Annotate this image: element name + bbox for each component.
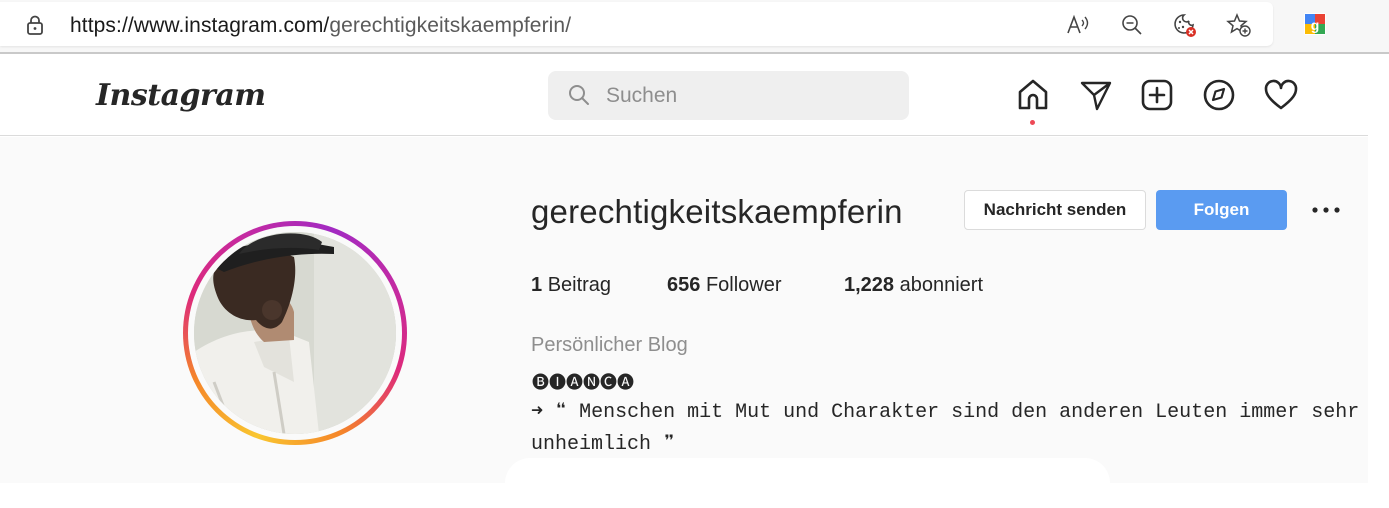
search-icon [569,85,589,105]
new-post-icon[interactable] [1140,78,1174,112]
url-text[interactable]: https://www.instagram.com/gerechtigkeits… [70,14,571,38]
svg-text:g: g [1311,17,1320,33]
profile-username: gerechtigkeitskaempferin [531,193,903,230]
notification-dot [1030,120,1035,125]
follow-button[interactable]: Folgen [1156,190,1287,230]
following-count-value: 1,228 [844,274,895,296]
instagram-header: Instagram [0,56,1368,136]
followers-count-value: 656 [667,274,701,296]
profile-bio: ➜ ❝ Menschen mit Mut und Charakter sind … [531,397,1361,461]
zoom-out-icon[interactable] [1119,12,1145,38]
explore-icon[interactable] [1202,78,1236,112]
profile-section: gerechtigkeitskaempferin Nachricht sende… [0,137,1368,483]
browser-toolbar: https://www.instagram.com/gerechtigkeits… [0,0,1389,54]
home-icon[interactable] [1016,78,1050,112]
more-options-icon[interactable] [1308,195,1344,225]
activity-heart-icon[interactable] [1264,78,1298,112]
avatar-photo [194,232,396,434]
search-input[interactable] [606,71,896,120]
following-count[interactable]: 1,228 abonniert [844,274,983,297]
favorite-add-icon[interactable] [1226,12,1252,38]
url-path: gerechtigkeitskaempferin/ [329,14,572,37]
profile-category: Persönlicher Blog [531,334,688,356]
followers-count[interactable]: 656 Follower [667,274,782,297]
cookie-blocked-icon[interactable] [1172,12,1198,38]
lock-icon[interactable] [24,14,46,36]
posts-count-label: Beitrag [547,274,612,296]
google-extension-icon[interactable]: g [1302,11,1328,37]
following-count-label: abonniert [899,274,984,296]
bio-line: ➜ ❝ Menschen mit Mut und Charakter sind … [531,401,1360,424]
send-message-button[interactable]: Nachricht senden [964,190,1146,230]
direct-message-icon[interactable] [1079,78,1113,112]
story-ring[interactable] [183,221,407,445]
profile-avatar[interactable] [194,232,396,434]
address-bar[interactable]: https://www.instagram.com/gerechtigkeits… [0,2,1273,46]
profile-display-name: 🅑🅘🅐🅝🅒🅐 [532,373,634,393]
followers-count-label: Follower [705,274,782,296]
url-host: https://www.instagram.com/ [70,14,330,37]
instagram-logo[interactable]: Instagram [96,78,266,113]
posts-count: 1 Beitrag [531,274,611,297]
search-box[interactable] [548,71,909,120]
bio-line: unheimlich ❞ [531,433,676,456]
posts-count-value: 1 [531,274,543,296]
read-aloud-icon[interactable] [1065,12,1091,38]
